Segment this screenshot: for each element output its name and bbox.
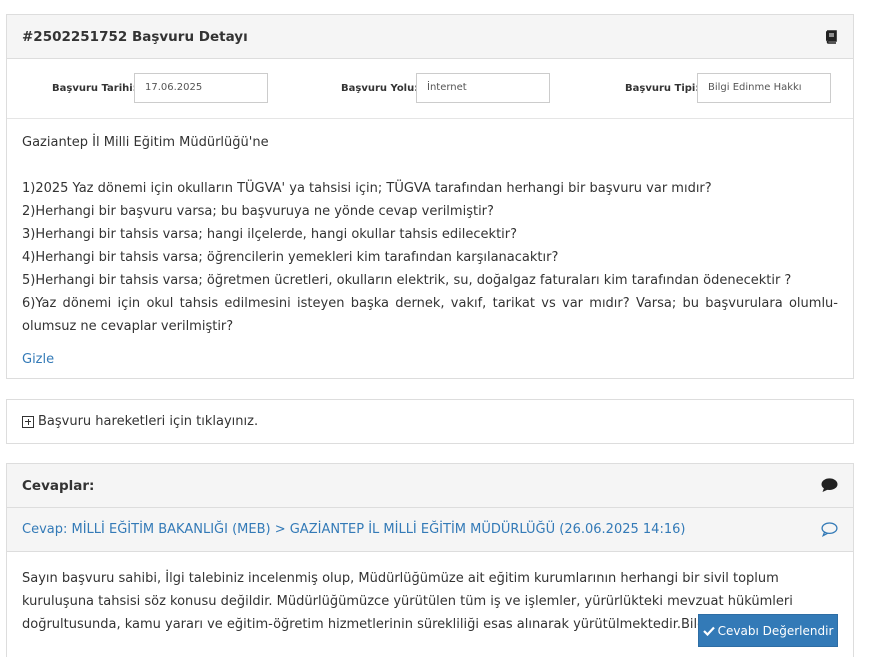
rate-answer-button[interactable]: Cevabı Değerlendir [698, 614, 838, 647]
rate-answer-label: Cevabı Değerlendir [717, 623, 834, 638]
question-3: 3)Herhangi bir tahsis varsa; hangi ilçel… [22, 227, 518, 242]
question-2: 2)Herhangi bir başvuru varsa; bu başvuru… [22, 204, 494, 219]
history-label: Başvuru hareketleri için tıklayınız. [38, 414, 259, 429]
application-title: #2502251752 Başvuru Detayı [22, 28, 248, 45]
check-icon [702, 626, 715, 636]
question-1: 1)2025 Yaz dönemi için okulların TÜGVA' … [22, 181, 712, 196]
type-field[interactable]: Bilgi Edinme Hakkı [697, 73, 831, 103]
question-5: 5)Herhangi bir tahsis varsa; öğretmen üc… [22, 273, 792, 288]
book-icon [824, 29, 838, 44]
comment-outline-icon[interactable] [821, 522, 838, 537]
route-field[interactable]: İnternet [416, 73, 550, 103]
route-label: Başvuru Yolu: [341, 83, 419, 94]
answer-heading: Cevap: MİLLİ EĞİTİM BAKANLIĞI (MEB) > GA… [7, 508, 853, 552]
application-detail-panel: #2502251752 Başvuru Detayı Başvuru Tarih… [6, 14, 854, 379]
answer-title[interactable]: Cevap: MİLLİ EĞİTİM BAKANLIĞI (MEB) > GA… [22, 522, 685, 537]
history-panel: Başvuru hareketleri için tıklayınız. [6, 399, 854, 444]
plus-square-icon [22, 415, 34, 428]
date-label: Başvuru Tarihi: [52, 83, 137, 94]
question-4: 4)Herhangi bir tahsis varsa; öğrencileri… [22, 250, 559, 265]
application-fields: Başvuru Tarihi: 17.06.2025 Başvuru Yolu:… [7, 59, 853, 119]
answers-panel: Cevaplar: Cevap: MİLLİ EĞİTİM BAKANLIĞI … [6, 463, 854, 657]
date-field[interactable]: 17.06.2025 [134, 73, 268, 103]
addressee: Gaziantep İl Milli Eğitim Müdürlüğü'ne [22, 135, 269, 150]
history-toggle[interactable]: Başvuru hareketleri için tıklayınız. [7, 400, 853, 443]
application-text: Gaziantep İl Milli Eğitim Müdürlüğü'ne 1… [7, 119, 853, 371]
hide-link[interactable]: Gizle [22, 348, 54, 371]
type-label: Başvuru Tipi: [625, 83, 700, 94]
answers-title: Cevaplar: [22, 477, 95, 494]
answers-heading: Cevaplar: [7, 464, 853, 508]
comment-icon [821, 478, 838, 493]
application-detail-heading: #2502251752 Başvuru Detayı [7, 15, 853, 59]
question-6: 6)Yaz dönemi için okul tahsis edilmesini… [22, 296, 838, 334]
